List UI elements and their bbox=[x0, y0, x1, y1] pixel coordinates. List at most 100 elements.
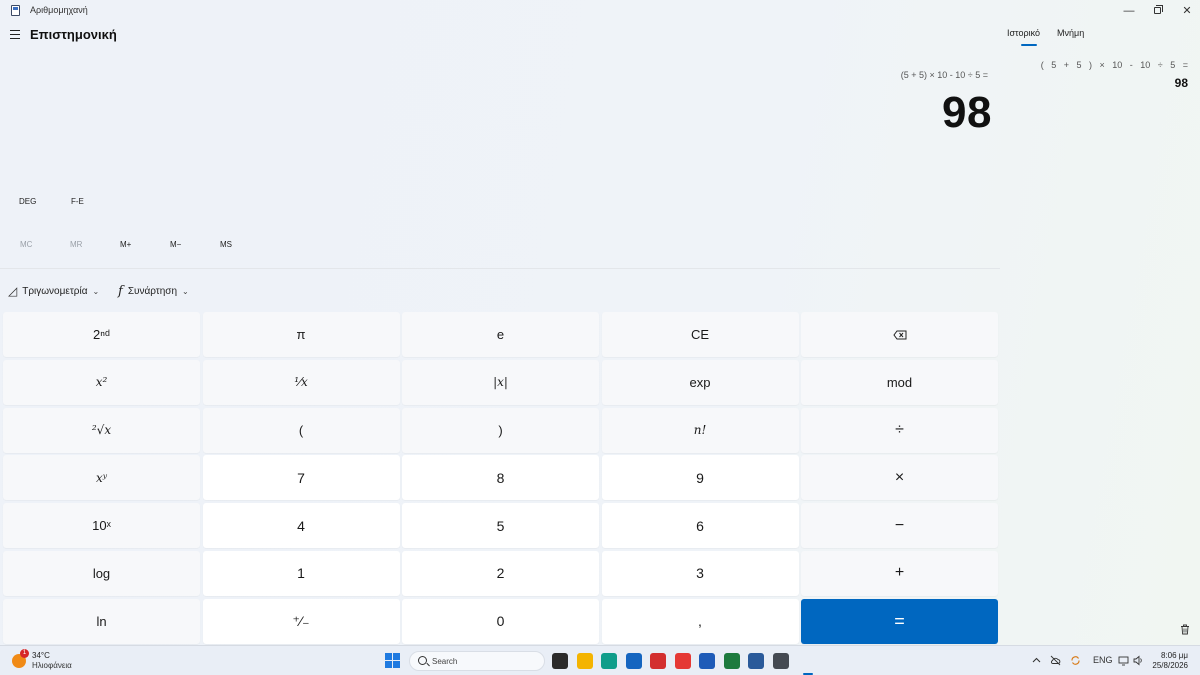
close-paren-button[interactable]: ) bbox=[402, 407, 599, 453]
chevron-down-icon: ⌄ bbox=[92, 286, 100, 296]
digit-7-button[interactable]: 7 bbox=[202, 455, 400, 501]
search-icon bbox=[418, 656, 427, 665]
restore-button[interactable] bbox=[1142, 2, 1172, 20]
digit-2-button[interactable]: 2 bbox=[402, 550, 599, 596]
square-root-button[interactable]: ²√x bbox=[3, 407, 200, 453]
ln-button[interactable]: ln bbox=[3, 598, 200, 644]
restore-icon bbox=[1153, 5, 1163, 14]
memory-add-button[interactable]: M+ bbox=[120, 240, 131, 249]
chrome-icon[interactable] bbox=[674, 653, 691, 669]
reciprocal-button[interactable]: ¹⁄x bbox=[202, 359, 400, 405]
app-blue-icon[interactable] bbox=[748, 653, 764, 669]
function-dropdown[interactable]: f Συνάρτηση ⌄ bbox=[118, 284, 189, 299]
hamburger-icon-line bbox=[10, 34, 20, 36]
subtract-button[interactable]: − bbox=[801, 503, 998, 549]
edge-icon[interactable] bbox=[601, 653, 617, 669]
sync-icon[interactable] bbox=[1070, 655, 1081, 666]
monitor-icon[interactable] bbox=[1118, 655, 1129, 666]
square-button[interactable]: x² bbox=[3, 359, 200, 405]
pi-button[interactable]: π bbox=[202, 312, 400, 357]
divide-button[interactable]: ÷ bbox=[801, 407, 998, 453]
digit-1-button[interactable]: 1 bbox=[202, 550, 400, 596]
start-button[interactable] bbox=[385, 653, 400, 668]
outlook-icon[interactable] bbox=[625, 653, 642, 669]
exp-button[interactable]: exp bbox=[601, 359, 799, 405]
function-icon: f bbox=[118, 284, 123, 299]
digit-9-button[interactable]: 9 bbox=[601, 455, 799, 501]
open-paren-button[interactable]: ( bbox=[202, 407, 400, 453]
clear-entry-button[interactable]: CE bbox=[601, 312, 799, 357]
keypad: 2ⁿᵈ π e CE x² ¹⁄x |x| exp mod ²√x ( ) n!… bbox=[3, 312, 998, 644]
trigonometry-label: Τριγωνομετρία bbox=[22, 285, 88, 297]
decimal-button[interactable]: , bbox=[601, 598, 799, 644]
chevron-up-icon[interactable] bbox=[1031, 655, 1042, 666]
minimize-button[interactable]: — bbox=[1114, 2, 1144, 20]
divider bbox=[0, 268, 1000, 269]
backspace-button[interactable] bbox=[801, 312, 998, 357]
tab-history[interactable]: Ιστορικό bbox=[1007, 28, 1040, 38]
ten-power-button[interactable]: 10ˣ bbox=[3, 503, 200, 549]
angle-unit-button[interactable]: DEG bbox=[19, 197, 36, 206]
close-button[interactable]: ✕ bbox=[1172, 2, 1200, 20]
digit-3-button[interactable]: 3 bbox=[601, 550, 799, 596]
equals-button[interactable]: = bbox=[801, 598, 998, 644]
triangle-ruler-icon: ◿ bbox=[8, 284, 18, 298]
title-bar: Αριθμομηχανή — ✕ bbox=[0, 0, 1200, 22]
notification-badge: 1 bbox=[20, 649, 29, 658]
digit-4-button[interactable]: 4 bbox=[202, 503, 400, 549]
memory-subtract-button[interactable]: M− bbox=[170, 240, 181, 249]
volume-icon[interactable] bbox=[1133, 655, 1144, 666]
digit-6-button[interactable]: 6 bbox=[601, 503, 799, 549]
fe-button[interactable]: F-E bbox=[71, 197, 84, 206]
absolute-value-button[interactable]: |x| bbox=[402, 359, 599, 405]
expression-display: (5 + 5) × 10 - 10 ÷ 5 = bbox=[900, 70, 988, 80]
power-button[interactable]: xʸ bbox=[3, 455, 200, 501]
memory-clear-button[interactable]: MC bbox=[20, 240, 32, 249]
language-indicator[interactable]: ENG bbox=[1093, 655, 1113, 665]
history-entry-result[interactable]: 98 bbox=[1175, 76, 1188, 90]
search-label: Search bbox=[432, 657, 458, 666]
function-label: Συνάρτηση bbox=[127, 286, 178, 297]
windows-logo-icon bbox=[393, 661, 400, 668]
file-explorer-icon[interactable] bbox=[576, 653, 593, 669]
hamburger-menu-button[interactable] bbox=[8, 28, 24, 42]
tab-memory[interactable]: Μνήμη bbox=[1057, 28, 1084, 38]
weather-description[interactable]: Ηλιοφάνεια bbox=[32, 661, 72, 670]
euler-button[interactable]: e bbox=[402, 312, 599, 357]
digit-8-button[interactable]: 8 bbox=[402, 455, 599, 501]
calculator-icon[interactable] bbox=[772, 653, 789, 669]
media-icon[interactable] bbox=[650, 653, 666, 669]
excel-icon[interactable] bbox=[723, 653, 740, 669]
second-function-button[interactable]: 2ⁿᵈ bbox=[3, 312, 200, 357]
cloud-offline-icon[interactable] bbox=[1050, 655, 1061, 666]
active-tab-indicator bbox=[1021, 44, 1037, 46]
window-title: Αριθμομηχανή bbox=[30, 5, 88, 15]
digit-5-button[interactable]: 5 bbox=[402, 503, 599, 549]
factorial-button[interactable]: n! bbox=[601, 407, 799, 453]
taskbar-search-box[interactable]: Search bbox=[409, 651, 545, 671]
trigonometry-dropdown[interactable]: ◿ Τριγωνομετρία ⌄ bbox=[8, 284, 99, 298]
memory-store-button[interactable]: MS bbox=[220, 240, 232, 249]
mod-button[interactable]: mod bbox=[801, 359, 998, 405]
multiply-button[interactable]: × bbox=[801, 455, 998, 501]
task-view-icon[interactable] bbox=[552, 653, 568, 669]
weather-temperature[interactable]: 34°C bbox=[32, 651, 50, 660]
windows-logo-icon bbox=[393, 653, 400, 660]
word-icon[interactable] bbox=[699, 653, 715, 669]
history-entry-expression[interactable]: ( 5 + 5 ) × 10 - 10 ÷ 5 = bbox=[1041, 60, 1188, 70]
hamburger-icon-line bbox=[10, 30, 20, 32]
taskbar: 1 34°C Ηλιοφάνεια Search ENG 8:06 μμ 25/… bbox=[0, 645, 1200, 675]
calculator-app-icon bbox=[11, 5, 20, 16]
add-button[interactable]: + bbox=[801, 550, 998, 596]
digit-0-button[interactable]: 0 bbox=[402, 598, 599, 644]
windows-logo-icon bbox=[385, 661, 392, 668]
trash-icon[interactable] bbox=[1180, 624, 1190, 635]
clock-date[interactable]: 25/8/2026 bbox=[1152, 661, 1188, 670]
clock-time[interactable]: 8:06 μμ bbox=[1161, 651, 1188, 660]
negate-button[interactable]: ⁺⁄₋ bbox=[202, 598, 400, 644]
memory-recall-button[interactable]: MR bbox=[70, 240, 82, 249]
result-display: 98 bbox=[942, 88, 992, 137]
mode-title: Επιστημονική bbox=[30, 27, 117, 42]
backspace-icon bbox=[892, 330, 906, 339]
log-button[interactable]: log bbox=[3, 550, 200, 596]
